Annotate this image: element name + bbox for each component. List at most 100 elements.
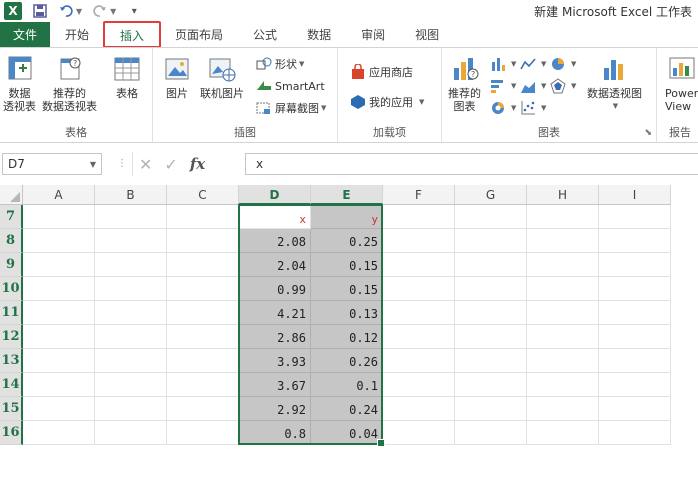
row-header-8[interactable]: 8 — [0, 229, 23, 253]
cell-f13[interactable] — [383, 349, 455, 373]
cell-a9[interactable] — [23, 253, 95, 277]
redo-icon[interactable] — [92, 3, 108, 19]
tab-formulas[interactable]: 公式 — [238, 22, 292, 47]
column-header-g[interactable]: G — [455, 185, 527, 205]
cell-a13[interactable] — [23, 349, 95, 373]
tab-home[interactable]: 开始 — [50, 22, 104, 47]
cell-f9[interactable] — [383, 253, 455, 277]
row-header-12[interactable]: 12 — [0, 325, 23, 349]
cell-g9[interactable] — [455, 253, 527, 277]
cell-f7[interactable] — [383, 205, 455, 229]
cell-b7[interactable] — [95, 205, 167, 229]
tab-view[interactable]: 视图 — [400, 22, 454, 47]
cell-c13[interactable] — [167, 349, 239, 373]
cell-a11[interactable] — [23, 301, 95, 325]
column-chart-button[interactable]: ▼ — [490, 56, 516, 72]
cell-i10[interactable] — [599, 277, 671, 301]
cell-f15[interactable] — [383, 397, 455, 421]
column-header-f[interactable]: F — [383, 185, 455, 205]
pie-chart-button[interactable]: ▼ — [550, 56, 576, 72]
cell-h13[interactable] — [527, 349, 599, 373]
cell-e10[interactable]: 0.15 — [311, 277, 383, 301]
cell-f14[interactable] — [383, 373, 455, 397]
cell-d9[interactable]: 2.04 — [239, 253, 311, 277]
cell-e16[interactable]: 0.04 — [311, 421, 383, 445]
tab-file[interactable]: 文件 — [0, 22, 50, 47]
row-header-13[interactable]: 13 — [0, 349, 23, 373]
customize-qat-icon[interactable]: ▾ — [126, 3, 142, 19]
enter-icon[interactable]: ✓ — [164, 155, 177, 174]
store-button[interactable]: 应用商店 — [350, 64, 413, 80]
cell-d12[interactable]: 2.86 — [239, 325, 311, 349]
cell-e12[interactable]: 0.12 — [311, 325, 383, 349]
cell-h8[interactable] — [527, 229, 599, 253]
cell-a10[interactable] — [23, 277, 95, 301]
cell-b12[interactable] — [95, 325, 167, 349]
row-header-16[interactable]: 16 — [0, 421, 23, 445]
recommended-pivot-button[interactable]: ? 推荐的 数据透视表 — [42, 54, 97, 113]
row-header-10[interactable]: 10 — [0, 277, 23, 301]
recommended-charts-button[interactable]: ? 推荐的 图表 — [448, 54, 481, 113]
cell-g15[interactable] — [455, 397, 527, 421]
column-header-i[interactable]: I — [599, 185, 671, 205]
cell-c11[interactable] — [167, 301, 239, 325]
cell-d15[interactable]: 2.92 — [239, 397, 311, 421]
cell-f10[interactable] — [383, 277, 455, 301]
cell-c15[interactable] — [167, 397, 239, 421]
cell-c7[interactable] — [167, 205, 239, 229]
cell-b16[interactable] — [95, 421, 167, 445]
combo-chart-button[interactable]: ▼ — [490, 100, 516, 116]
cell-d14[interactable]: 3.67 — [239, 373, 311, 397]
cell-h14[interactable] — [527, 373, 599, 397]
cell-i8[interactable] — [599, 229, 671, 253]
cell-b11[interactable] — [95, 301, 167, 325]
cell-f11[interactable] — [383, 301, 455, 325]
cell-h9[interactable] — [527, 253, 599, 277]
cell-e9[interactable]: 0.15 — [311, 253, 383, 277]
tab-data[interactable]: 数据 — [292, 22, 346, 47]
power-view-button[interactable]: Power View — [665, 54, 698, 113]
cell-a15[interactable] — [23, 397, 95, 421]
cell-a16[interactable] — [23, 421, 95, 445]
cell-b10[interactable] — [95, 277, 167, 301]
cell-g16[interactable] — [455, 421, 527, 445]
cell-e13[interactable]: 0.26 — [311, 349, 383, 373]
cell-f12[interactable] — [383, 325, 455, 349]
screenshot-button[interactable]: 屏幕截图 ▼ — [256, 100, 326, 116]
cell-a8[interactable] — [23, 229, 95, 253]
online-picture-button[interactable]: 联机图片 — [200, 54, 244, 100]
row-header-7[interactable]: 7 — [0, 205, 23, 229]
cell-g8[interactable] — [455, 229, 527, 253]
bar-chart-button[interactable]: ▼ — [490, 78, 516, 94]
line-chart-button[interactable]: ▼ — [520, 56, 546, 72]
table-button[interactable]: 表格 — [112, 54, 142, 100]
cell-a14[interactable] — [23, 373, 95, 397]
cell-e11[interactable]: 0.13 — [311, 301, 383, 325]
cell-g13[interactable] — [455, 349, 527, 373]
cell-b13[interactable] — [95, 349, 167, 373]
save-icon[interactable] — [32, 3, 48, 19]
cell-d16[interactable]: 0.8 — [239, 421, 311, 445]
cell-b9[interactable] — [95, 253, 167, 277]
undo-icon[interactable] — [58, 3, 74, 19]
row-header-11[interactable]: 11 — [0, 301, 23, 325]
formula-bar-grip-icon[interactable]: ⋮ — [117, 158, 127, 169]
cell-h16[interactable] — [527, 421, 599, 445]
cell-f8[interactable] — [383, 229, 455, 253]
cell-c10[interactable] — [167, 277, 239, 301]
cell-i14[interactable] — [599, 373, 671, 397]
cell-g10[interactable] — [455, 277, 527, 301]
row-header-15[interactable]: 15 — [0, 397, 23, 421]
row-header-14[interactable]: 14 — [0, 373, 23, 397]
pivot-table-button[interactable]: 数据 透视表 — [3, 54, 36, 113]
scatter-chart-button[interactable]: ▼ — [520, 100, 546, 116]
cancel-icon[interactable]: ✕ — [139, 155, 152, 174]
redo-dropdown-icon[interactable]: ▼ — [110, 7, 116, 16]
cell-a7[interactable] — [23, 205, 95, 229]
name-box[interactable]: D7 ▼ — [2, 153, 102, 175]
column-header-a[interactable]: A — [23, 185, 95, 205]
cell-g7[interactable] — [455, 205, 527, 229]
cell-i7[interactable] — [599, 205, 671, 229]
name-box-dropdown-icon[interactable]: ▼ — [90, 160, 96, 169]
cell-d13[interactable]: 3.93 — [239, 349, 311, 373]
